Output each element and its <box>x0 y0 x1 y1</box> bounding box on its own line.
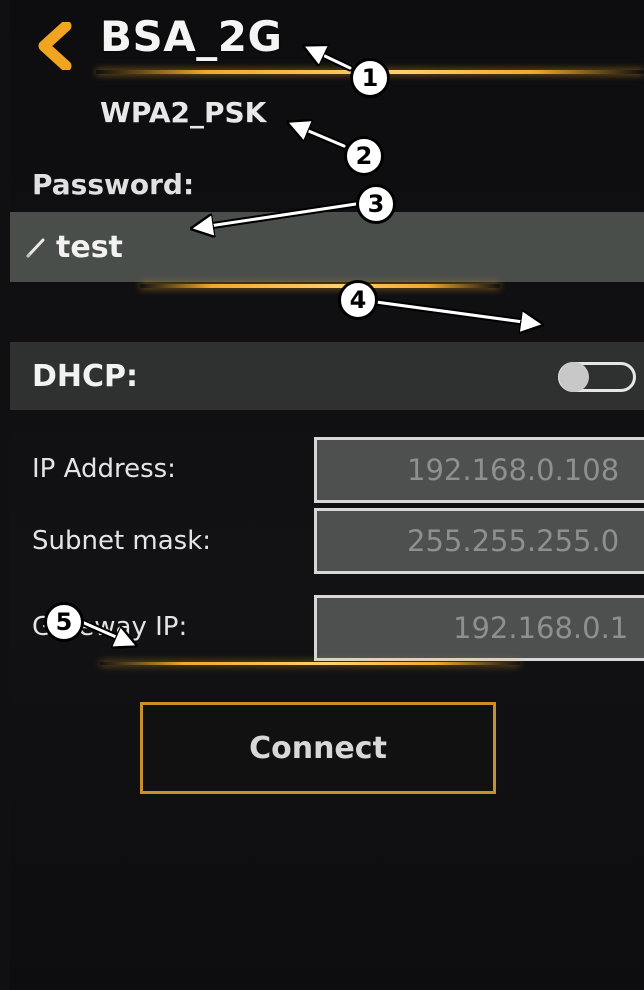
ip-address-label: IP Address: <box>32 454 176 484</box>
ip-address-input[interactable]: 192.168.0.108 <box>314 437 644 503</box>
password-value: test <box>56 229 123 265</box>
callout-5: 5 <box>44 602 84 642</box>
callout-3: 3 <box>356 184 396 224</box>
security-type: WPA2_PSK <box>100 96 267 129</box>
password-field[interactable]: test <box>10 212 644 282</box>
gateway-underline <box>100 662 520 665</box>
chevron-left-icon[interactable] <box>32 22 82 70</box>
pencil-icon <box>26 238 45 258</box>
network-name: BSA_2G <box>100 12 283 61</box>
password-label: Password: <box>32 168 195 201</box>
password-underline <box>140 284 500 288</box>
gateway-ip-input[interactable]: 192.168.0.1 <box>314 595 644 661</box>
toggle-knob <box>559 362 589 392</box>
callout-1: 1 <box>350 58 390 98</box>
subnet-mask-label: Subnet mask: <box>32 526 212 556</box>
callout-2: 2 <box>344 136 384 176</box>
dhcp-row: DHCP: <box>10 342 644 410</box>
dhcp-label: DHCP: <box>32 358 139 394</box>
subnet-mask-input[interactable]: 255.255.255.0 <box>314 508 644 574</box>
callout-4: 4 <box>338 280 378 320</box>
connect-button[interactable]: Connect <box>140 702 496 794</box>
dhcp-toggle[interactable] <box>558 362 636 392</box>
